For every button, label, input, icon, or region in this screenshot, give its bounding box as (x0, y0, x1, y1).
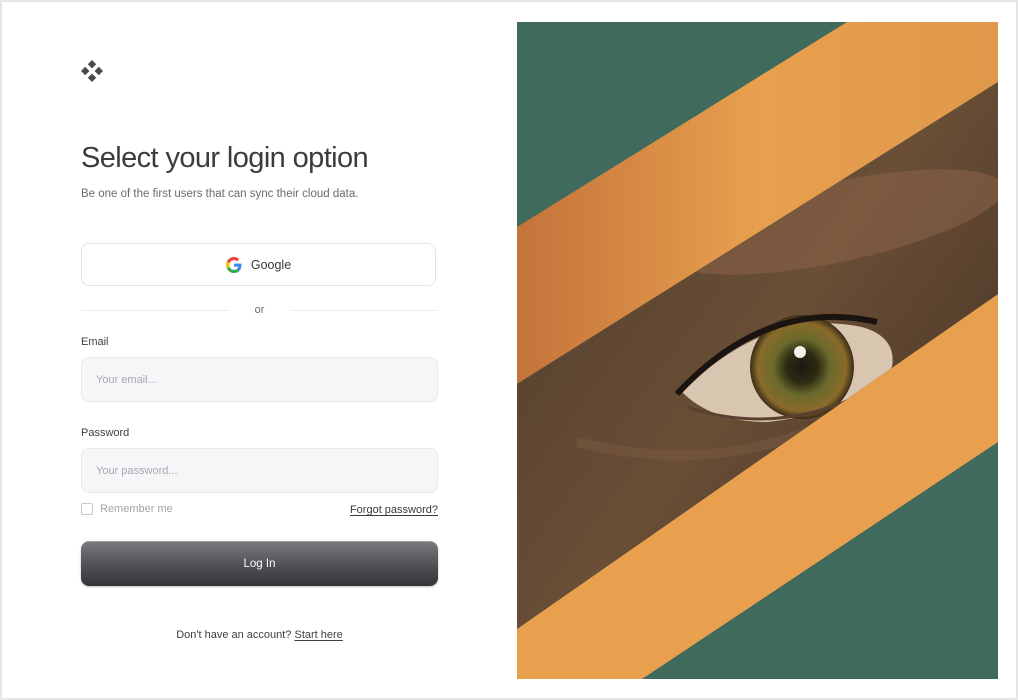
google-login-button[interactable]: Google (81, 243, 436, 286)
google-g-icon (225, 256, 242, 273)
remember-me-label: Remember me (100, 503, 173, 515)
login-button[interactable]: Log In (81, 541, 438, 586)
four-diamond-logo-icon (81, 60, 103, 82)
start-here-link[interactable]: Start here (295, 629, 343, 641)
email-field[interactable] (81, 357, 438, 402)
google-login-label: Google (250, 257, 292, 272)
remember-me-checkbox[interactable] (81, 503, 93, 515)
password-field[interactable] (81, 448, 438, 493)
signup-prompt: Don't have an account? Start here (2, 629, 517, 641)
forgot-password-link[interactable]: Forgot password? (350, 504, 438, 516)
or-divider: or (81, 302, 438, 320)
login-window: Select your login option Be one of the f… (1, 1, 1017, 699)
remember-me-option[interactable]: Remember me (81, 503, 173, 515)
login-button-label: Log In (243, 557, 276, 570)
hero-image (517, 22, 998, 679)
login-panel: Select your login option Be one of the f… (2, 2, 517, 698)
signup-prompt-text: Don't have an account? (176, 629, 292, 641)
page-subtitle: Be one of the first users that can sync … (81, 188, 359, 200)
divider-line-right (290, 310, 438, 311)
eye-illustration (517, 22, 998, 679)
email-label: Email (81, 336, 109, 348)
page-title: Select your login option (81, 142, 369, 174)
password-label: Password (81, 427, 130, 439)
